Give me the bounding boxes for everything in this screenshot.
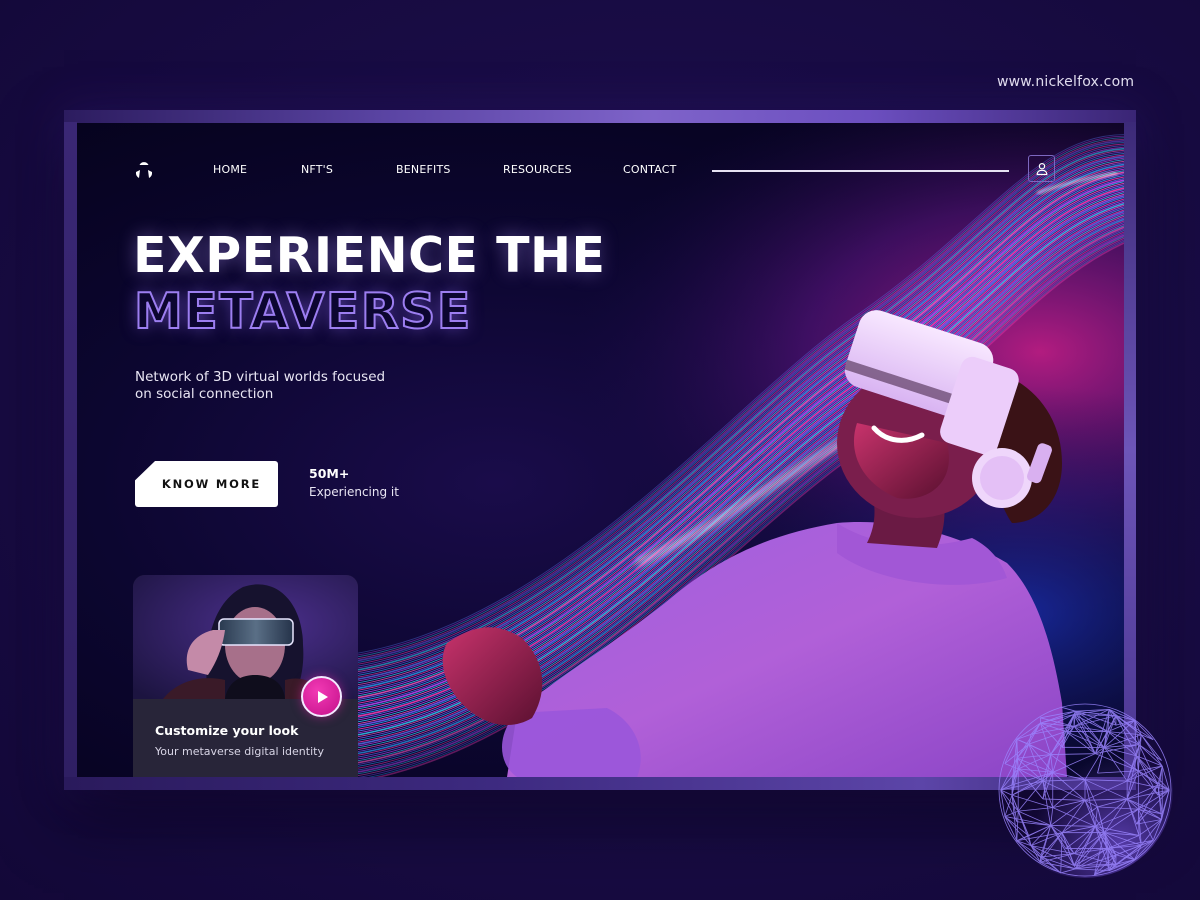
nav-contact[interactable]: CONTACT: [623, 163, 677, 176]
customize-look-card[interactable]: Customize your look Your metaverse digit…: [133, 575, 358, 777]
hero-title-line1: EXPERIENCE THE: [133, 227, 606, 284]
card-subtitle: Your metaverse digital identity: [155, 745, 324, 758]
wireframe-sphere-decoration: [997, 702, 1173, 878]
nav-nfts[interactable]: NFT'S: [301, 163, 333, 176]
users-stat-label: Experiencing it: [309, 485, 399, 499]
hero-subtitle: Network of 3D virtual worlds focused on …: [135, 369, 386, 402]
frame-left-edge: [64, 122, 77, 777]
users-stat-value: 50M+: [309, 466, 350, 481]
tri-segment-logo-icon[interactable]: [132, 157, 156, 181]
landing-page-screen: HOME NFT'S BENEFITS RESOURCES CONTACT EX…: [77, 123, 1124, 777]
nav-benefits[interactable]: BENEFITS: [396, 163, 451, 176]
card-title: Customize your look: [155, 723, 299, 738]
nav-resources[interactable]: RESOURCES: [503, 163, 572, 176]
know-more-button[interactable]: KNOW MORE: [135, 461, 278, 507]
play-icon: [317, 690, 328, 703]
frame-right-edge: [1124, 122, 1136, 777]
website-url: www.nickelfox.com: [997, 74, 1135, 90]
nav-home[interactable]: HOME: [213, 163, 247, 176]
user-icon: [1036, 162, 1047, 175]
nav-divider-line: [712, 170, 1009, 172]
frame-bottom-edge: [64, 777, 1136, 790]
hero-title-line2: METAVERSE: [133, 282, 472, 341]
play-video-button[interactable]: [301, 676, 342, 717]
user-account-button[interactable]: [1028, 155, 1055, 182]
